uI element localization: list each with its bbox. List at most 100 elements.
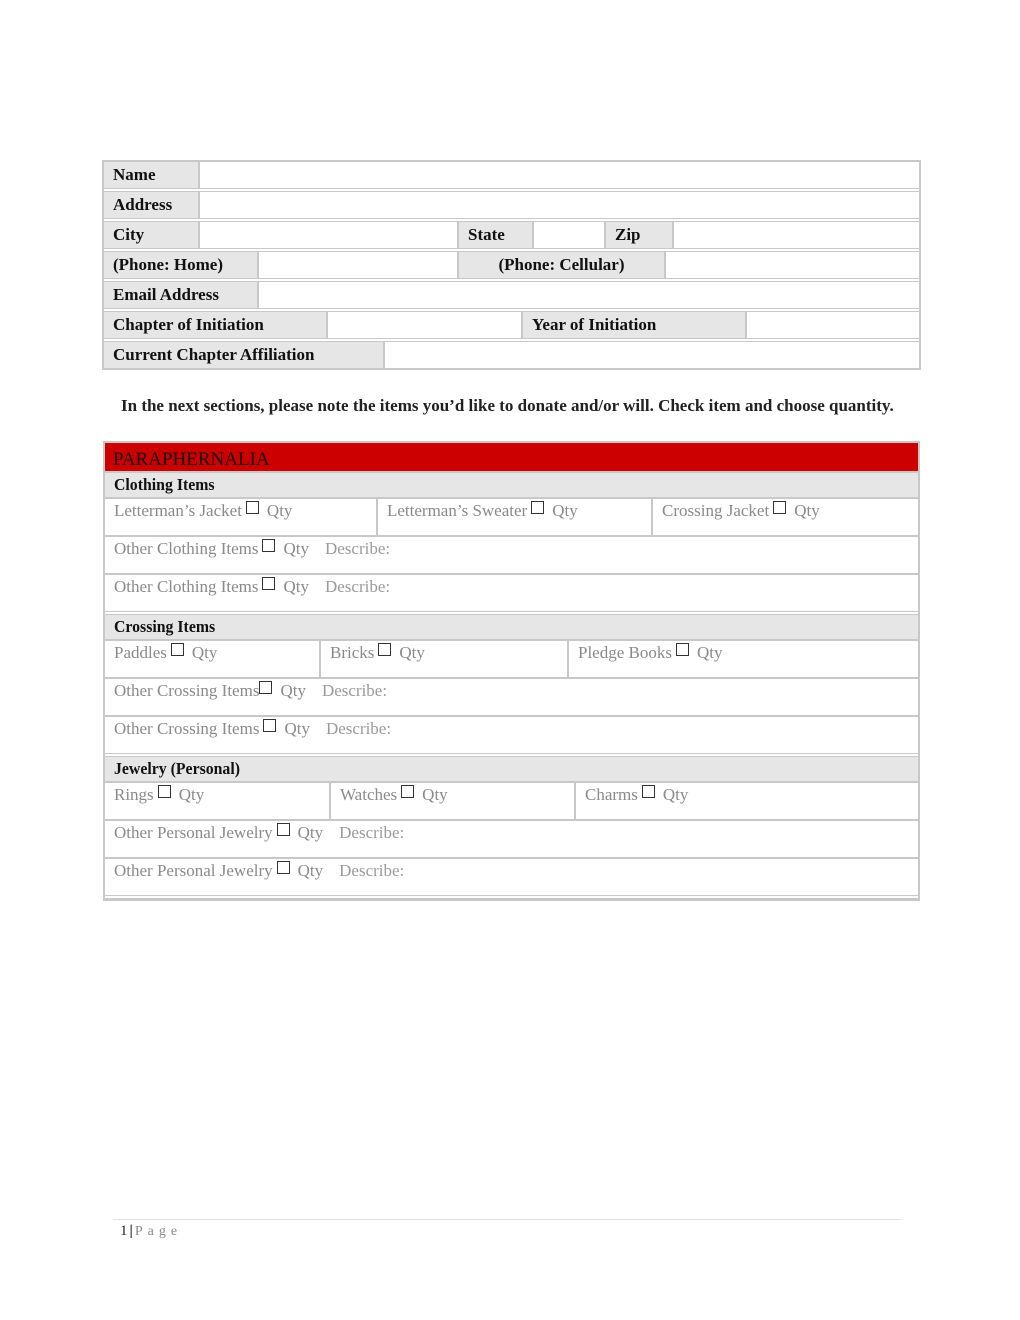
qty-label[interactable]: Qty [552,501,578,520]
checkbox[interactable] [259,681,273,694]
checkbox[interactable] [262,539,276,552]
address-input[interactable] [200,191,919,219]
chapter-initiation-field[interactable] [328,311,523,339]
item-label: Paddles [114,643,167,662]
state-input[interactable] [534,221,604,249]
name-input[interactable] [200,161,919,189]
describe-field[interactable]: Describe: [339,823,404,842]
item-cell: Rings Qty [105,783,331,819]
item-row: Paddles Qty Bricks Qty Pledge Books Qty [105,641,918,679]
initiation-row: Chapter of Initiation Year of Initiation [104,311,919,342]
item-label: Charms [585,785,638,804]
year-initiation-field[interactable] [747,311,919,339]
qty-label[interactable]: Qty [283,577,309,596]
checkbox[interactable] [170,643,184,656]
phone-home-input[interactable] [259,251,457,279]
other-item-cell: Other Personal Jewelry Qty Describe: [105,821,918,857]
zip-field[interactable] [674,221,919,249]
checkbox[interactable] [773,501,787,514]
qty-label[interactable]: Qty [399,643,425,662]
section-title: Crossing Items [114,617,216,636]
describe-field[interactable]: Describe: [322,681,387,700]
other-item-cell: Other Personal Jewelry Qty Describe: [105,859,918,895]
phone-cell-field[interactable] [666,251,919,279]
qty-label[interactable]: Qty [298,823,324,842]
chapter-initiation-label: Chapter of Initiation [104,312,328,338]
checkbox[interactable] [276,861,290,874]
qty-label[interactable]: Qty [280,681,306,700]
current-chapter-input[interactable] [385,341,919,369]
qty-label[interactable]: Qty [794,501,820,520]
name-row: Name [104,161,919,192]
chapter-initiation-input[interactable] [328,311,521,339]
email-field[interactable] [259,281,919,309]
checkbox[interactable] [276,823,290,836]
name-field[interactable] [200,161,919,189]
item-label: Letterman’s Jacket [114,501,242,520]
other-item-cell: Other Clothing Items Qty Describe: [105,575,918,611]
item-label: Pledge Books [578,643,672,662]
address-label: Address [104,192,200,218]
email-input[interactable] [259,281,919,309]
state-label: State [459,222,534,248]
contact-info-table: Name Address City State Zip (Phone: Home… [102,160,921,370]
qty-label[interactable]: Qty [422,785,448,804]
item-label: Rings [114,785,154,804]
checkbox[interactable] [263,719,277,732]
qty-label[interactable]: Qty [192,643,218,662]
checkbox[interactable] [641,785,655,798]
address-field[interactable] [200,191,919,219]
item-label: Other Crossing Items [114,681,260,700]
phone-cell-label: (Phone: Cellular) [459,252,666,278]
checkbox[interactable] [675,643,689,656]
other-item-row: Other Clothing Items Qty Describe: [105,575,918,615]
city-input[interactable] [200,221,457,249]
checkbox[interactable] [531,501,545,514]
instruction-text: In the next sections, please note the it… [121,396,894,415]
other-item-row: Other Personal Jewelry Qty Describe: [105,821,918,859]
state-field[interactable] [534,221,606,249]
city-label: City [104,222,200,248]
other-item-row: Other Crossing Items Qty Describe: [105,717,918,757]
address-row: Address [104,191,919,222]
describe-field[interactable]: Describe: [326,719,391,738]
other-item-cell: Other Crossing Items Qty Describe: [105,679,918,715]
phone-cell-input[interactable] [666,251,919,279]
item-cell: Watches Qty [331,783,576,819]
other-item-cell: Other Clothing Items Qty Describe: [105,537,918,573]
year-initiation-input[interactable] [747,311,919,339]
name-label: Name [104,162,200,188]
item-cell: Charms Qty [576,783,918,819]
page-number: 1 [120,1223,128,1239]
item-label: Crossing Jacket [662,501,770,520]
describe-field[interactable]: Describe: [325,577,390,596]
qty-label[interactable]: Qty [298,861,324,880]
checkbox[interactable] [245,501,259,514]
zip-input[interactable] [674,221,919,249]
item-cell: Crossing Jacket Qty [653,499,918,535]
phone-home-field[interactable] [259,251,459,279]
qty-label[interactable]: Qty [283,539,309,558]
other-item-row: Other Crossing Items Qty Describe: [105,679,918,717]
qty-label[interactable]: Qty [663,785,689,804]
city-field[interactable] [200,221,459,249]
current-chapter-field[interactable] [385,341,919,369]
qty-label[interactable]: Qty [284,719,310,738]
item-cell: Pledge Books Qty [569,641,918,677]
item-label: Other Crossing Items [114,719,260,738]
checkbox[interactable] [157,785,171,798]
qty-label[interactable]: Qty [179,785,205,804]
qty-label[interactable]: Qty [267,501,293,520]
describe-field[interactable]: Describe: [339,861,404,880]
other-item-row: Other Personal Jewelry Qty Describe: [105,859,918,899]
other-item-row: Other Clothing Items Qty Describe: [105,537,918,575]
footer-divider [113,1219,901,1220]
checkbox[interactable] [262,577,276,590]
describe-field[interactable]: Describe: [325,539,390,558]
checkbox[interactable] [378,643,392,656]
email-label: Email Address [104,282,259,308]
checkbox[interactable] [401,785,415,798]
section-title: Jewelry (Personal) [114,759,241,778]
qty-label[interactable]: Qty [697,643,723,662]
item-label: Letterman’s Sweater [387,501,528,520]
